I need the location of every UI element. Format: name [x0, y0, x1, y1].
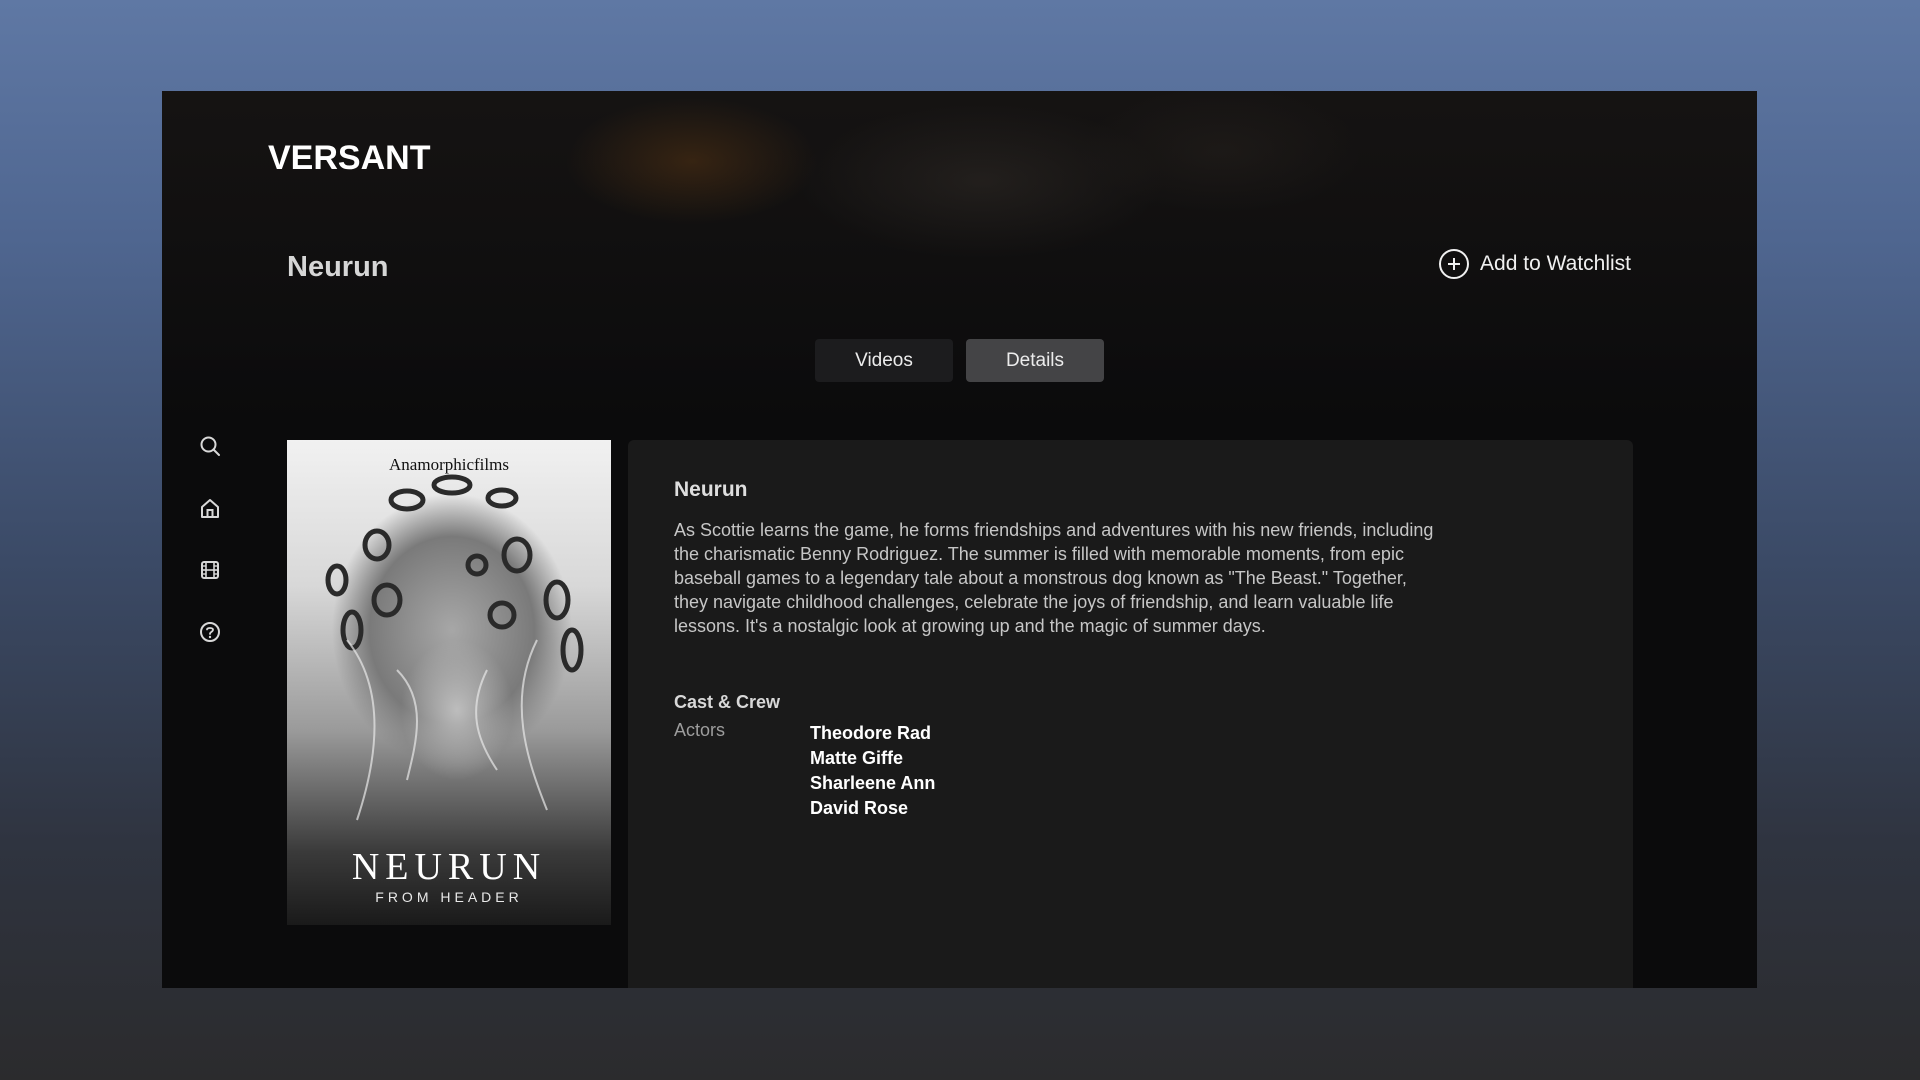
details-panel: Neurun As Scottie learns the game, he fo…: [628, 440, 1633, 988]
tab-details[interactable]: Details: [966, 339, 1104, 382]
tab-videos[interactable]: Videos: [815, 339, 953, 382]
add-to-watchlist-button[interactable]: Add to Watchlist: [1439, 249, 1631, 279]
sidebar-item-movies[interactable]: [198, 558, 222, 581]
sidebar-item-home[interactable]: [198, 496, 222, 519]
actors-label: Actors: [674, 720, 726, 740]
home-icon: [201, 498, 219, 518]
actors-list: Theodore Rad Matte Giffe Sharleene Ann D…: [810, 721, 935, 821]
content-tabs: Videos Details: [815, 339, 1104, 382]
movie-poster[interactable]: Anamorphicfilms NEURUN FROM HEADER: [287, 440, 611, 925]
poster-title: NEURUN: [351, 846, 547, 888]
poster-studio-logo: Anamorphicfilms: [389, 455, 509, 474]
film-icon: [201, 560, 219, 579]
actor-name: Matte Giffe: [810, 748, 904, 768]
synopsis-text: As Scottie learns the game, he forms fri…: [674, 520, 1434, 636]
watchlist-label: Add to Watchlist: [1480, 252, 1631, 275]
help-icon: [200, 621, 220, 642]
poster-subtitle: FROM HEADER: [375, 889, 523, 905]
page-title: Neurun: [287, 251, 389, 283]
sidebar-item-help[interactable]: [198, 620, 222, 643]
sidebar-item-search[interactable]: [198, 434, 222, 457]
tv-screen: VERSANT Neurun Add to Watchlist Videos D…: [162, 91, 1757, 988]
search-icon: [200, 436, 220, 456]
actor-name: Theodore Rad: [810, 723, 932, 743]
brand-logo[interactable]: VERSANT: [268, 139, 430, 178]
plus-circle-icon: [1439, 249, 1470, 279]
details-title: Neurun: [674, 478, 748, 501]
actor-name: David Rose: [810, 798, 909, 818]
sidebar-nav: [198, 434, 222, 643]
actor-name: Sharleene Ann: [810, 773, 936, 793]
cast-crew-heading: Cast & Crew: [674, 692, 781, 712]
